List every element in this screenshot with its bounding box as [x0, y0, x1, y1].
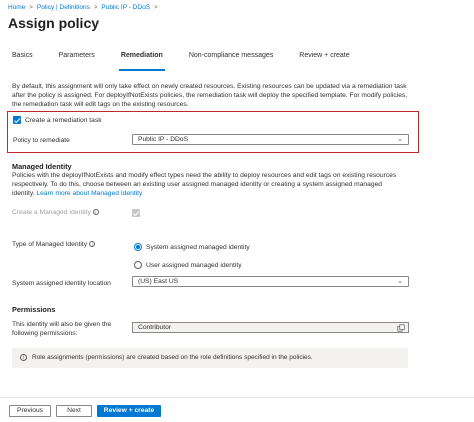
tab-basics[interactable]: Basics [12, 52, 33, 66]
type-of-managed-identity-text: Type of Managed Identity [12, 241, 88, 248]
create-remediation-task-checkbox[interactable] [13, 116, 21, 124]
previous-button[interactable]: Previous [9, 405, 51, 417]
permissions-field[interactable]: Contributor [132, 322, 409, 333]
create-managed-identity-text: Create a Managed Identity [12, 209, 91, 216]
create-managed-identity-label: Create a Managed Identity i [12, 209, 99, 216]
chevron-down-icon: ⌄ [397, 136, 403, 143]
system-assigned-label: System assigned managed identity [146, 244, 250, 251]
identity-location-dropdown[interactable]: (US) East US ⌄ [132, 276, 409, 287]
permissions-label: This identity will also be given the fol… [12, 321, 112, 337]
identity-location-label: System assigned identity location [12, 280, 111, 287]
breadcrumb: Home > Policy | Definitions > Public IP … [8, 4, 158, 11]
permissions-title: Permissions [12, 305, 56, 314]
policy-to-remediate-value: Public IP - DDoS [138, 136, 189, 143]
breadcrumb-separator: > [93, 4, 98, 11]
breadcrumb-home[interactable]: Home [8, 4, 25, 11]
system-assigned-radio[interactable] [134, 243, 142, 251]
more-options-icon[interactable]: ... [89, 16, 100, 27]
breadcrumb-policy-definitions[interactable]: Policy | Definitions [37, 4, 90, 11]
copy-icon[interactable] [397, 324, 405, 332]
create-managed-identity-checkbox[interactable] [132, 209, 140, 217]
permissions-info-bar: i Role assignments (permissions) are cre… [12, 348, 408, 368]
type-of-managed-identity-label: Type of Managed Identity i [12, 241, 96, 248]
tab-remediation[interactable]: Remediation [118, 52, 165, 71]
identity-location-value: (US) East US [138, 278, 179, 285]
permissions-value: Contributor [138, 324, 172, 331]
user-assigned-radio[interactable] [134, 261, 142, 269]
next-button[interactable]: Next [56, 405, 92, 417]
permissions-info-text: Role assignments (permissions) are creat… [32, 354, 313, 361]
learn-more-link[interactable]: Learn more about Managed Identity [36, 190, 142, 197]
tab-review-create[interactable]: Review + create [299, 52, 349, 66]
user-assigned-label: User assigned managed identity [146, 262, 242, 269]
breadcrumb-separator: > [154, 4, 158, 11]
managed-identity-description: Policies with the deployIfNotExists and … [12, 171, 404, 198]
page-title: Assign policy [8, 15, 100, 31]
tab-parameters[interactable]: Parameters [59, 52, 95, 66]
review-create-button[interactable]: Review + create [97, 405, 161, 417]
intro-text: By default, this assignment will only ta… [12, 83, 408, 108]
policy-to-remediate-dropdown[interactable]: Public IP - DDoS ⌄ [132, 134, 409, 145]
info-icon[interactable]: i [89, 241, 96, 248]
managed-identity-title: Managed Identity [12, 162, 72, 171]
footer-divider [0, 397, 474, 398]
info-icon: i [20, 354, 27, 361]
tab-bar: Basics Parameters Remediation Non-compli… [12, 52, 376, 71]
policy-to-remediate-label: Policy to remediate [13, 137, 70, 144]
info-icon[interactable]: i [92, 209, 99, 216]
create-remediation-task-label: Create a remediation task [25, 117, 102, 124]
tab-non-compliance-messages[interactable]: Non-compliance messages [189, 52, 273, 66]
breadcrumb-separator: > [29, 4, 33, 11]
breadcrumb-policy[interactable]: Public IP - DDoS [101, 4, 150, 11]
chevron-down-icon: ⌄ [397, 278, 403, 285]
